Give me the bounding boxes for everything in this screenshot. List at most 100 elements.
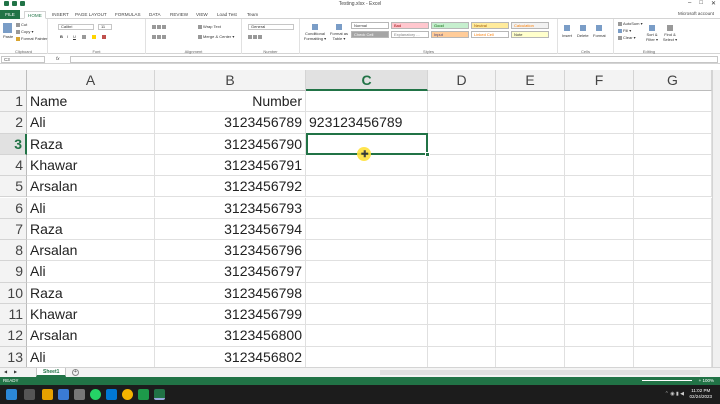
fill-handle[interactable] xyxy=(425,152,430,157)
cell-style-neutral[interactable]: Neutral xyxy=(471,22,509,29)
search-icon[interactable] xyxy=(24,389,35,400)
row-header[interactable]: 9 xyxy=(0,261,27,283)
clear-button[interactable]: Clear ▾ xyxy=(618,35,636,40)
cell-e7[interactable] xyxy=(496,218,565,241)
cell-c6[interactable] xyxy=(306,197,428,219)
cell-d2[interactable] xyxy=(428,112,496,134)
row-header[interactable]: 6 xyxy=(0,197,27,219)
cell-c12[interactable] xyxy=(306,325,428,347)
cell-f2[interactable] xyxy=(565,112,634,134)
row-header[interactable]: 5 xyxy=(0,176,27,198)
cell-e2[interactable] xyxy=(496,112,565,134)
cell-d12[interactable] xyxy=(428,325,496,347)
cell-a6[interactable]: Ali xyxy=(27,197,155,219)
select-all-corner[interactable] xyxy=(0,70,27,91)
cell-e13[interactable] xyxy=(496,346,565,368)
cell-b2[interactable]: 3123456789 xyxy=(155,112,306,134)
column-header-d[interactable]: D xyxy=(428,70,496,91)
chrome-icon[interactable] xyxy=(122,389,133,400)
tab-load-test[interactable]: Load Test xyxy=(214,11,240,19)
spreadsheet-grid[interactable]: ABCDEFG 1 Name Number 2 Ali 3123456789 9231234… xyxy=(0,70,720,368)
column-header-c[interactable]: C xyxy=(306,70,428,91)
autosum-button[interactable]: AutoSum ▾ xyxy=(618,21,643,26)
cell-e10[interactable] xyxy=(496,282,565,304)
cell-style-bad[interactable]: Bad xyxy=(391,22,429,29)
cell-style-check-cell[interactable]: Check Cell xyxy=(351,31,389,38)
row-header[interactable]: 3 xyxy=(0,133,27,155)
cell-f7[interactable] xyxy=(565,218,634,241)
column-header-a[interactable]: A xyxy=(27,70,155,91)
cell-a13[interactable]: Ali xyxy=(27,346,155,368)
row-header[interactable]: 1 xyxy=(0,91,27,113)
tab-review[interactable]: REVIEW xyxy=(167,11,191,19)
edge-icon[interactable] xyxy=(58,389,69,400)
conditional-formatting-button[interactable]: Conditional Formatting ▾ xyxy=(303,24,327,41)
number-format-select[interactable]: General xyxy=(248,24,294,30)
mail-icon[interactable] xyxy=(106,389,117,400)
cell-d7[interactable] xyxy=(428,218,496,241)
cell-d9[interactable] xyxy=(428,261,496,283)
cell-f1[interactable] xyxy=(565,91,634,113)
currency-button[interactable] xyxy=(248,34,263,39)
cell-b11[interactable]: 3123456799 xyxy=(155,304,306,326)
cell-a5[interactable]: Arsalan xyxy=(27,176,155,198)
cell-b3[interactable]: 3123456790 xyxy=(155,133,306,155)
italic-button[interactable]: I xyxy=(67,34,68,39)
format-painter-button[interactable]: Format Painter xyxy=(16,36,47,41)
cell-a1[interactable]: Name xyxy=(27,91,155,113)
vertical-scrollbar[interactable] xyxy=(712,70,720,367)
cell-b9[interactable]: 3123456797 xyxy=(155,261,306,283)
cell-c13[interactable] xyxy=(306,346,428,368)
zoom-level[interactable]: + 100% xyxy=(699,377,714,385)
taskbar-clock[interactable]: 11:02 PM 02/24/2023 xyxy=(689,388,712,400)
cell-b7[interactable]: 3123456794 xyxy=(155,218,306,241)
row-header[interactable]: 2 xyxy=(0,112,27,134)
find-select-button[interactable]: Find & Select ▾ xyxy=(662,25,678,42)
cell-e1[interactable] xyxy=(496,91,565,113)
font-name-select[interactable]: Calibri xyxy=(58,24,94,30)
row-header[interactable]: 8 xyxy=(0,240,27,262)
cell-b8[interactable]: 3123456796 xyxy=(155,240,306,262)
align-top-button[interactable] xyxy=(152,24,167,29)
column-header-b[interactable]: B xyxy=(155,70,306,91)
row-header[interactable]: 12 xyxy=(0,325,27,347)
app-icon[interactable] xyxy=(138,389,149,400)
column-header-f[interactable]: F xyxy=(565,70,634,91)
cell-c5[interactable] xyxy=(306,176,428,198)
cell-a4[interactable]: Khawar xyxy=(27,154,155,177)
row-header[interactable]: 13 xyxy=(0,346,27,368)
whatsapp-icon[interactable] xyxy=(90,389,101,400)
bold-button[interactable]: B xyxy=(60,34,63,39)
add-sheet-icon[interactable]: + xyxy=(72,369,79,376)
cell-g10[interactable] xyxy=(634,282,712,304)
excel-taskbar-icon[interactable] xyxy=(154,389,165,400)
cell-style-good[interactable]: Good xyxy=(431,22,469,29)
cell-style-note[interactable]: Note xyxy=(511,31,549,38)
cell-f13[interactable] xyxy=(565,346,634,368)
cell-f8[interactable] xyxy=(565,240,634,262)
tab-data[interactable]: DATA xyxy=(146,11,164,19)
cell-c2[interactable]: 923123456789 xyxy=(306,112,428,134)
account-label[interactable]: Microsoft account xyxy=(678,11,714,16)
store-icon[interactable] xyxy=(74,389,85,400)
cell-style-explanatory[interactable]: Explanatory ... xyxy=(391,31,429,38)
cell-a11[interactable]: Khawar xyxy=(27,304,155,326)
zoom-slider[interactable] xyxy=(642,380,692,381)
cell-style-input[interactable]: Input xyxy=(431,31,469,38)
sheet-tab-sheet1[interactable]: Sheet1 xyxy=(36,368,67,377)
font-size-select[interactable]: 11 xyxy=(98,24,112,30)
cell-c7[interactable] xyxy=(306,218,428,241)
cell-c11[interactable] xyxy=(306,304,428,326)
cell-f11[interactable] xyxy=(565,304,634,326)
name-box[interactable]: C3 xyxy=(1,56,45,63)
fill-color-button[interactable] xyxy=(92,34,97,39)
cell-b10[interactable]: 3123456798 xyxy=(155,282,306,304)
file-explorer-icon[interactable] xyxy=(42,389,53,400)
fx-icon[interactable]: fx xyxy=(56,56,60,61)
paste-button[interactable]: Paste xyxy=(3,23,13,39)
format-as-table-button[interactable]: Format as Table ▾ xyxy=(328,24,350,41)
cell-style-linked-cell[interactable]: Linked Cell xyxy=(471,31,509,38)
row-header[interactable]: 11 xyxy=(0,304,27,326)
cell-e4[interactable] xyxy=(496,154,565,177)
font-color-button[interactable] xyxy=(102,34,107,39)
